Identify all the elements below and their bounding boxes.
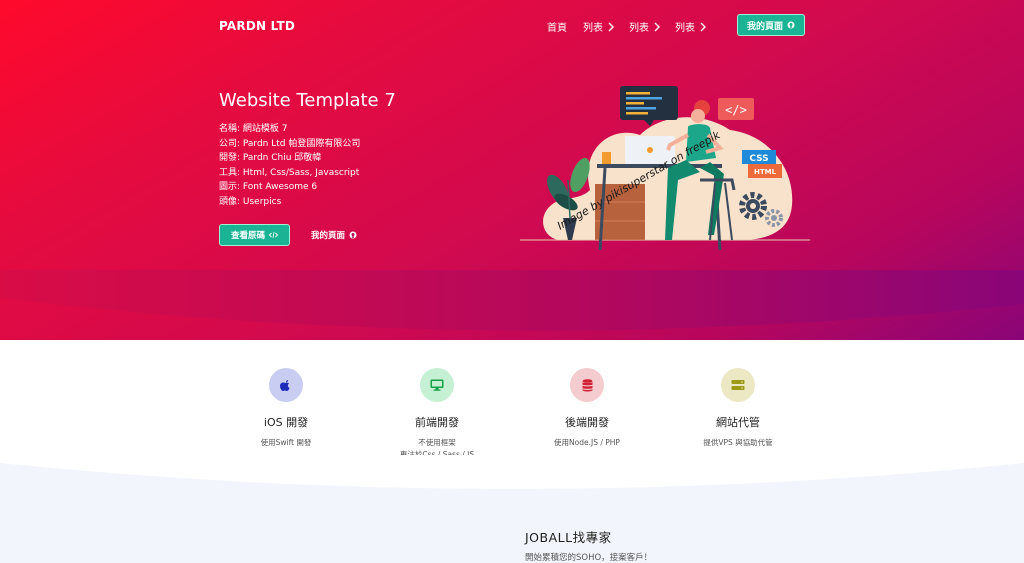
section-curve-divider [0, 455, 1024, 489]
service-hosting: 網站代管 提供VPS 與協助代管 [658, 368, 818, 449]
github-icon [349, 231, 357, 239]
my-page-nav-button[interactable]: 我的頁面 [737, 14, 805, 36]
chevron-right-icon [608, 22, 614, 31]
brand-logo[interactable]: PARDN LTD [219, 19, 295, 33]
hero-curve-divider [0, 270, 1024, 331]
service-frontend: 前端開發 不使用框架 專注於Css / Sass / JS [357, 368, 517, 461]
chevron-right-icon [700, 22, 706, 31]
service-desc: 使用Swift 開發 [206, 437, 366, 449]
info-line-icons: 圖示: Font Awesome 6 [219, 182, 318, 192]
my-page-nav-button-label: 我的頁面 [746, 21, 783, 32]
nav-link-list-2[interactable]: 列表 [629, 19, 661, 34]
service-desc: 使用Node.JS / PHP [507, 437, 667, 449]
service-title: 網站代管 [716, 416, 760, 429]
info-line-name: 名稱: 網站模板 7 [219, 124, 288, 134]
my-page-link[interactable]: 我的頁面 [311, 229, 357, 241]
service-desc: 提供VPS 與協助代管 [658, 437, 818, 449]
database-icon [570, 368, 604, 402]
view-source-button[interactable]: 查看原碼 [219, 224, 290, 246]
apple-icon [269, 368, 303, 402]
service-title: 前端開發 [415, 416, 459, 429]
nav-link-list-3[interactable]: 列表 [675, 19, 707, 34]
nav-link-label: 首頁 [547, 23, 567, 34]
desktop-icon [420, 368, 454, 402]
hero-title: Website Template 7 [219, 90, 396, 111]
service-desc-line: 提供VPS 與協助代管 [703, 438, 773, 447]
top-navbar: PARDN LTD 首頁 列表 列表 列表 我的頁面 [0, 14, 1024, 38]
my-page-link-label: 我的頁面 [311, 231, 346, 241]
svg-text:</>: </> [725, 103, 747, 117]
service-ios: iOS 開發 使用Swift 開發 [206, 368, 366, 449]
nav-link-label: 列表 [675, 23, 695, 34]
project-info-list: 名稱: 網站模板 7 公司: Pardn Ltd 帕登國際有限公司 開發: Pa… [219, 122, 360, 209]
github-icon [787, 21, 795, 29]
info-line-avatars: 頭像: Userpics [219, 196, 282, 207]
joball-subtitle: 開始累積您的SOHO，接案客戶！ [525, 553, 653, 563]
chevron-right-icon [654, 22, 660, 31]
code-icon [269, 231, 278, 239]
service-desc-line: 不使用框架 [418, 438, 456, 447]
server-icon [721, 368, 755, 402]
info-line-developer: 開發: Pardn Chiu 邱敬幃 [219, 153, 322, 163]
nav-link-list-1[interactable]: 列表 [583, 19, 615, 34]
view-source-button-label: 查看原碼 [230, 231, 265, 241]
service-backend: 後端開發 使用Node.JS / PHP [507, 368, 667, 449]
service-title: iOS 開發 [263, 416, 309, 429]
nav-link-label: 列表 [583, 23, 603, 34]
developer-illustration: </> CSS HTML Image by pikisuperstar on f… [520, 86, 810, 251]
nav-link-label: 列表 [629, 23, 649, 34]
service-desc-line: 使用Swift 開發 [260, 438, 312, 447]
service-desc-line: 使用Node.JS / PHP [554, 438, 620, 447]
nav-link-home[interactable]: 首頁 [547, 19, 567, 34]
css-badge: CSS [749, 154, 768, 164]
service-title: 後端開發 [565, 416, 609, 429]
joball-title: JOBALL找專家 [525, 530, 612, 545]
info-line-tools: 工具: Html, Css/Sass, Javascript [219, 167, 360, 178]
info-line-company: 公司: Pardn Ltd 帕登國際有限公司 [219, 138, 361, 149]
html-badge: HTML [754, 168, 777, 176]
